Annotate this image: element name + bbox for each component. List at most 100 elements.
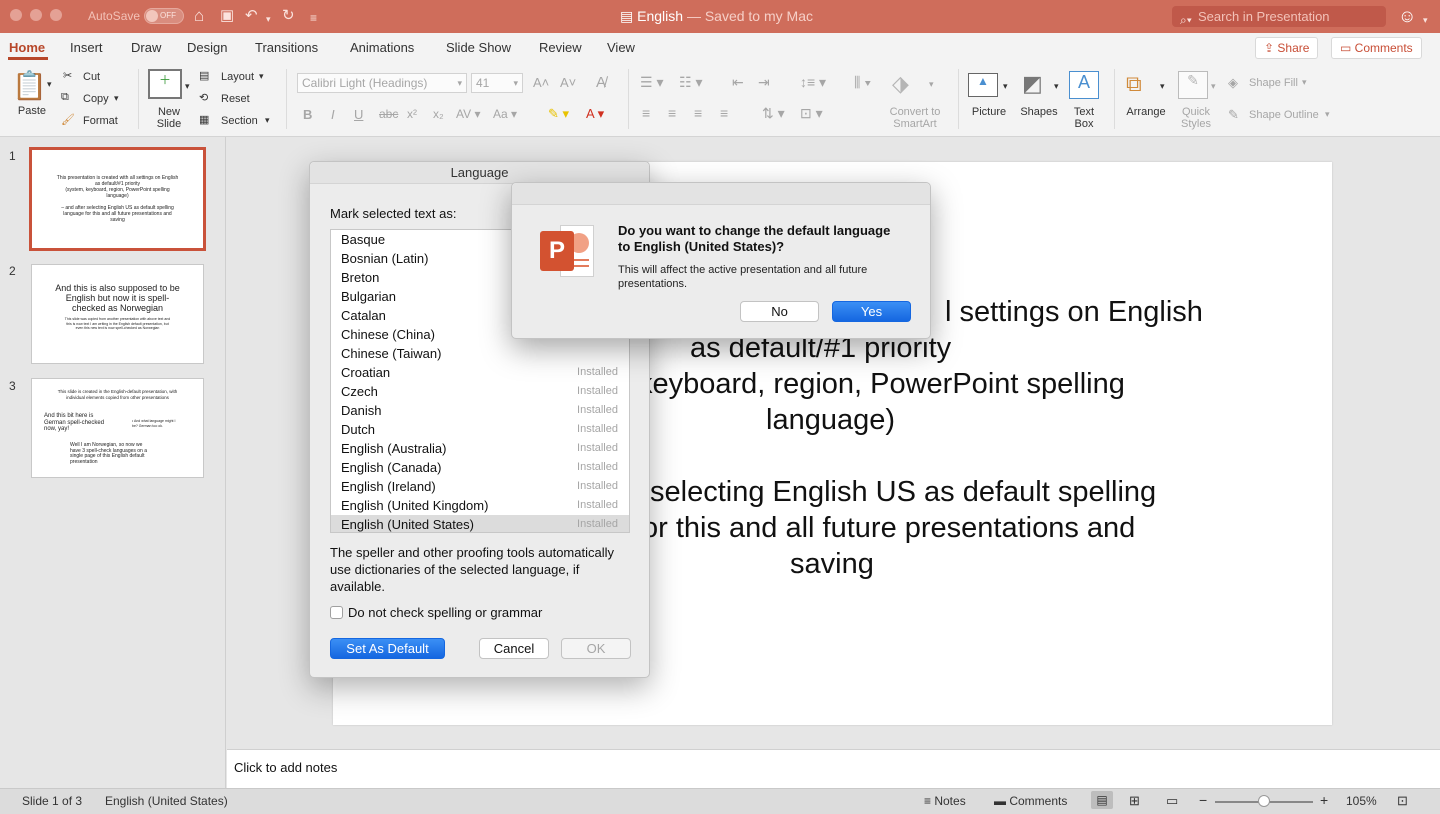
notes-placeholder[interactable]: Click to add notes (234, 760, 337, 775)
feedback-smiley-icon[interactable]: ☺ (1398, 6, 1416, 27)
tab-transitions[interactable]: Transitions (255, 40, 318, 55)
text-box-label-2[interactable]: Box (1064, 118, 1104, 130)
reset-button[interactable]: Reset (221, 93, 250, 105)
language-option[interactable]: Croatian Installed (331, 363, 629, 382)
format-painter-button[interactable]: Format (83, 115, 118, 127)
undo-icon[interactable]: ↶ (245, 6, 258, 26)
layout-button[interactable]: Layout (221, 71, 254, 83)
quick-styles-icon[interactable]: ✎ (1178, 71, 1208, 99)
font-name-select[interactable]: Calibri Light (Headings) ▾ (297, 73, 467, 93)
share-button[interactable]: ⇪ Share (1255, 37, 1319, 59)
increase-indent-icon[interactable]: ⇥ (758, 74, 770, 91)
language-option[interactable]: English (Ireland) Installed (331, 477, 629, 496)
underline-icon[interactable]: U (354, 107, 363, 122)
tab-draw[interactable]: Draw (131, 40, 161, 55)
reading-view-icon[interactable]: ▭ (1166, 793, 1178, 809)
quick-styles-label-1[interactable]: Quick (1174, 106, 1218, 118)
new-slide-dropdown-icon[interactable]: ▾ (185, 81, 190, 92)
copy-dropdown-icon[interactable]: ▾ (114, 93, 119, 104)
language-option[interactable]: Czech Installed (331, 382, 629, 401)
shape-fill-dropdown-icon[interactable]: ▾ (1302, 77, 1307, 88)
font-size-select[interactable]: 41 ▾ (471, 73, 523, 93)
language-status[interactable]: English (United States) (105, 794, 228, 808)
cancel-button[interactable]: Cancel (479, 638, 549, 659)
align-text-icon[interactable]: ⊡ ▾ (800, 105, 823, 122)
justify-icon[interactable]: ≡ (720, 105, 728, 121)
language-option[interactable]: English (United States) Installed (331, 515, 629, 532)
zoom-in-icon[interactable]: + (1320, 792, 1328, 808)
redo-icon[interactable]: ↻ (282, 6, 295, 26)
search-input[interactable]: ⌕▾ Search in Presentation (1172, 6, 1386, 27)
zoom-slider-thumb[interactable] (1258, 795, 1270, 807)
zoom-level[interactable]: 105% (1346, 794, 1377, 808)
smartart-dropdown-icon[interactable]: ▾ (929, 79, 934, 90)
convert-smartart-label-1[interactable]: Convert to (880, 106, 950, 118)
language-option[interactable]: English (Canada) Installed (331, 458, 629, 477)
language-option[interactable]: Danish Installed (331, 401, 629, 420)
quick-styles-dropdown-icon[interactable]: ▾ (1211, 81, 1216, 92)
normal-view-icon[interactable]: ▤ (1091, 791, 1113, 809)
change-case-icon[interactable]: Aa ▾ (493, 107, 517, 121)
quick-styles-label-2[interactable]: Styles (1174, 118, 1218, 130)
slide-text-line[interactable]: keyboard, region, PowerPoint spelling (638, 368, 1125, 400)
align-center-icon[interactable]: ≡ (668, 105, 676, 121)
picture-icon[interactable]: ▲ (968, 73, 998, 97)
arrange-label[interactable]: Arrange (1120, 106, 1172, 118)
language-option[interactable]: English (Australia) Installed (331, 439, 629, 458)
numbering-icon[interactable]: ☷ ▾ (679, 74, 702, 91)
section-button[interactable]: Section (221, 115, 258, 127)
shape-fill-button[interactable]: Shape Fill (1249, 77, 1298, 89)
tab-design[interactable]: Design (187, 40, 227, 55)
strikethrough-icon[interactable]: abc (379, 107, 398, 121)
home-icon[interactable]: ⌂ (194, 6, 204, 26)
tab-animations[interactable]: Animations (350, 40, 414, 55)
align-left-icon[interactable]: ≡ (642, 105, 650, 121)
language-option[interactable]: English (United Kingdom) Installed (331, 496, 629, 515)
comments-button[interactable]: ▭ Comments (1331, 37, 1422, 59)
decrease-indent-icon[interactable]: ⇤ (732, 74, 744, 91)
slide-sorter-icon[interactable]: ⊞ (1129, 793, 1140, 809)
bold-icon[interactable]: B (303, 107, 312, 122)
slide-text-line[interactable]: saving (790, 548, 874, 580)
subscript-icon[interactable]: x₂ (433, 107, 444, 121)
comments-toggle[interactable]: ▬ Comments (994, 794, 1067, 808)
character-spacing-icon[interactable]: AV ▾ (456, 107, 480, 121)
language-option[interactable]: Chinese (Taiwan) (331, 344, 629, 363)
align-right-icon[interactable]: ≡ (694, 105, 702, 121)
no-spellcheck-label[interactable]: Do not check spelling or grammar (348, 605, 542, 620)
cut-button[interactable]: Cut (83, 71, 100, 83)
customize-toolbar-icon[interactable]: ≡ (310, 8, 317, 28)
fit-to-window-icon[interactable]: ⊡ (1397, 793, 1408, 809)
no-spellcheck-checkbox[interactable] (330, 606, 343, 619)
convert-smartart-label-2[interactable]: SmartArt (880, 118, 950, 130)
tab-slide-show[interactable]: Slide Show (446, 40, 511, 55)
tab-insert[interactable]: Insert (70, 40, 103, 55)
line-spacing-icon[interactable]: ↕≡ ▾ (800, 74, 826, 91)
zoom-window-button[interactable] (50, 9, 62, 21)
shapes-dropdown-icon[interactable]: ▾ (1054, 81, 1059, 92)
close-window-button[interactable] (10, 9, 22, 21)
new-slide-label-2[interactable]: Slide (150, 118, 188, 130)
font-color-icon[interactable]: A ▾ (586, 106, 604, 122)
clear-formatting-icon[interactable]: A̸ (596, 74, 606, 91)
bullets-icon[interactable]: ☰ ▾ (640, 74, 663, 91)
section-dropdown-icon[interactable]: ▾ (265, 115, 270, 126)
decrease-font-icon[interactable]: A˅ (560, 75, 576, 90)
new-slide-label-1[interactable]: New (150, 106, 188, 118)
paste-icon[interactable]: 📋 (12, 69, 47, 102)
set-as-default-button[interactable]: Set As Default (330, 638, 445, 659)
undo-dropdown-icon[interactable]: ▾ (266, 9, 271, 29)
shape-outline-button[interactable]: Shape Outline (1249, 109, 1319, 121)
picture-dropdown-icon[interactable]: ▾ (1003, 81, 1008, 92)
language-option[interactable]: Dutch Installed (331, 420, 629, 439)
ok-button[interactable]: OK (561, 638, 631, 659)
shapes-label[interactable]: Shapes (1016, 106, 1062, 118)
minimize-window-button[interactable] (30, 9, 42, 21)
superscript-icon[interactable]: x² (407, 107, 417, 121)
highlight-icon[interactable]: ✎ ▾ (548, 106, 569, 122)
notes-pane[interactable]: Click to add notes (227, 749, 1440, 788)
text-direction-icon[interactable]: ⇅ ▾ (762, 105, 785, 122)
autosave-toggle[interactable]: OFF (144, 8, 184, 24)
slide-thumbnail-2[interactable]: And this is also supposed to be English … (31, 264, 204, 364)
layout-dropdown-icon[interactable]: ▾ (259, 71, 264, 82)
